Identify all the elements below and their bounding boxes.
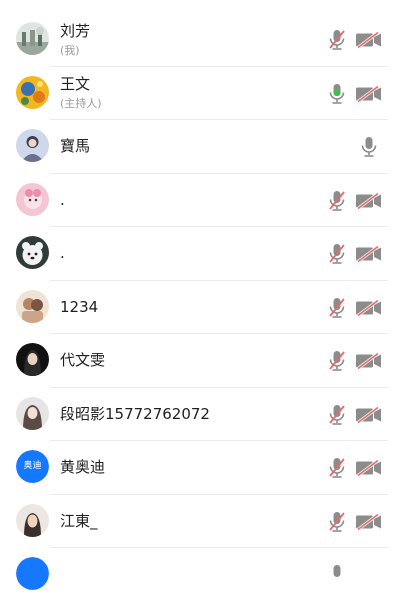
participant-info: 黄奥迪 <box>60 441 105 495</box>
participant-row[interactable]: 寶馬 <box>0 120 400 174</box>
avatar <box>16 129 49 162</box>
participant-info: 王文 (主持人) <box>60 67 102 121</box>
microphone-muted-icon[interactable] <box>328 564 346 586</box>
avatar <box>16 75 49 109</box>
participant-row[interactable]: 王文 (主持人) <box>0 67 400 121</box>
participant-name: 王文 <box>60 75 91 94</box>
microphone-active-icon[interactable] <box>328 83 346 105</box>
microphone-muted-icon[interactable] <box>328 511 346 533</box>
participant-row[interactable]: 段昭影15772762072 <box>0 388 400 442</box>
avatar: 奥迪 <box>16 450 49 483</box>
participant-name: . <box>60 190 65 209</box>
participant-info: 江東_ <box>60 495 98 549</box>
microphone-muted-icon[interactable] <box>328 29 346 51</box>
camera-off-icon[interactable] <box>355 406 382 423</box>
participant-name: 寶馬 <box>60 137 91 156</box>
avatar-initials <box>16 557 49 590</box>
camera-off-icon[interactable] <box>355 299 382 316</box>
participant-role: (我) <box>60 43 80 57</box>
participant-row[interactable]: 代文雯 <box>0 334 400 388</box>
participant-name: 黄奥迪 <box>60 458 106 477</box>
camera-off-icon[interactable] <box>355 85 382 102</box>
participant-info: 1234 <box>60 281 98 335</box>
participant-name: 1234 <box>60 297 99 316</box>
microphone-muted-icon[interactable] <box>328 457 346 479</box>
avatar-initials: 奥迪 <box>16 450 49 483</box>
microphone-icon[interactable] <box>360 136 378 158</box>
participant-row[interactable]: 刘芳 (我) <box>0 13 400 67</box>
participant-info: . <box>60 227 65 281</box>
participant-name: 刘芳 <box>60 21 91 40</box>
microphone-muted-icon[interactable] <box>328 404 346 426</box>
camera-off-icon[interactable] <box>355 353 382 369</box>
participant-info: 段昭影15772762072 <box>60 388 210 442</box>
avatar <box>16 22 49 55</box>
participant-name: 段昭影15772762072 <box>60 404 210 423</box>
avatar <box>16 343 49 376</box>
microphone-muted-icon[interactable] <box>328 297 346 319</box>
camera-off-icon[interactable] <box>355 246 382 262</box>
participant-row[interactable] <box>0 548 400 602</box>
microphone-muted-icon[interactable] <box>328 190 346 212</box>
participant-row[interactable]: . <box>0 174 400 228</box>
participant-row[interactable]: 奥迪 黄奥迪 <box>0 441 400 495</box>
avatar <box>16 396 49 430</box>
avatar <box>16 503 49 537</box>
participant-row[interactable]: 江東_ <box>0 495 400 549</box>
participant-row[interactable]: 1234 <box>0 281 400 335</box>
camera-off-icon[interactable] <box>355 192 382 209</box>
participant-name: 代文雯 <box>60 351 106 370</box>
microphone-muted-icon[interactable] <box>328 243 346 265</box>
participant-name: . <box>60 244 65 263</box>
participant-info: 代文雯 <box>60 334 105 388</box>
participant-name: 江東_ <box>60 511 98 530</box>
avatar <box>16 557 49 590</box>
participant-info: 寶馬 <box>60 120 90 174</box>
camera-off-icon[interactable] <box>355 32 382 48</box>
avatar <box>16 236 49 269</box>
participant-list: 刘芳 (我) 王文 (主持人) 寶馬 . . 1234 代文雯 段昭影15772… <box>0 13 400 602</box>
participant-row[interactable]: . <box>0 227 400 281</box>
participant-info: 刘芳 (我) <box>60 13 90 67</box>
participant-info: . <box>60 174 65 228</box>
avatar <box>16 182 49 216</box>
microphone-muted-icon[interactable] <box>328 350 346 372</box>
camera-off-icon[interactable] <box>355 513 382 530</box>
participant-role: (主持人) <box>60 97 102 111</box>
camera-off-icon[interactable] <box>355 460 382 476</box>
avatar <box>16 289 49 323</box>
